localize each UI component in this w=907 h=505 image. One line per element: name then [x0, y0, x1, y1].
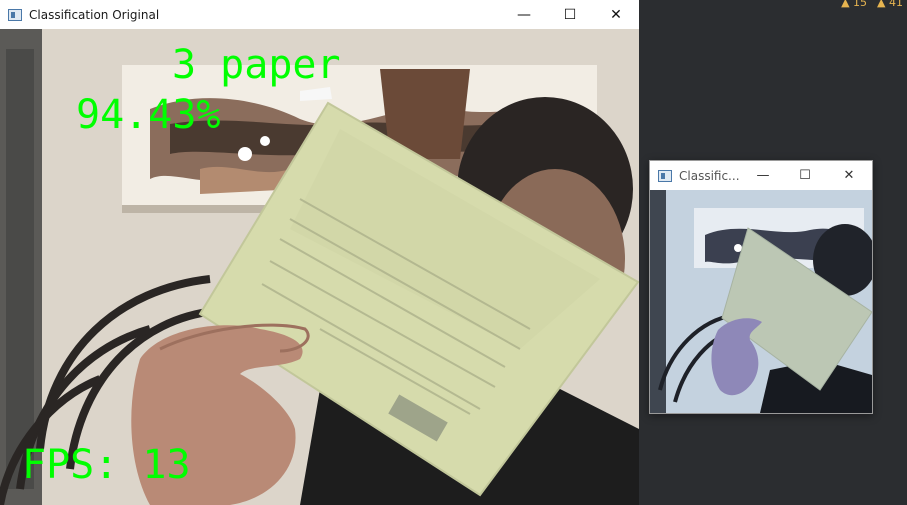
class-label-overlay: 3 paper: [172, 42, 341, 88]
maximize-icon: ☐: [563, 6, 577, 23]
classification-small-window: Classific... — ☐ ✕: [649, 160, 873, 414]
small-camera-frame-image: [650, 190, 872, 413]
small-window-app-icon: [658, 169, 672, 182]
ide-status-indicators: ▲ 15 ▲ 41: [841, 0, 903, 9]
main-titlebar[interactable]: Classification Original — ☐ ✕: [0, 0, 639, 29]
small-window-title: Classific...: [679, 168, 740, 183]
minimize-button[interactable]: —: [501, 0, 547, 29]
ide-notices-count[interactable]: ▲ 41: [877, 0, 903, 9]
camera-feed: 3 paper 94.43% FPS: 13: [0, 29, 639, 505]
ide-warnings-count[interactable]: ▲ 15: [841, 0, 867, 9]
small-titlebar[interactable]: Classific... — ☐ ✕: [650, 161, 872, 190]
close-button[interactable]: ✕: [593, 0, 639, 29]
door-panel: [6, 49, 34, 489]
small-camera-feed: [650, 190, 872, 413]
small-close-button[interactable]: ✕: [826, 161, 872, 190]
small-maximize-button[interactable]: ☐: [784, 161, 826, 190]
classification-original-window: Classification Original — ☐ ✕ 3 paper 94…: [0, 0, 639, 505]
small-minimize-button[interactable]: —: [742, 161, 784, 190]
main-window-title: Classification Original: [29, 7, 160, 22]
confidence-overlay: 94.43%: [76, 92, 221, 138]
main-window-controls: — ☐ ✕: [501, 0, 639, 29]
fps-overlay: FPS: 13: [22, 442, 191, 488]
minimize-icon: —: [517, 6, 531, 23]
minimize-icon: —: [756, 168, 770, 183]
small-window-controls: — ☐ ✕: [742, 161, 872, 190]
close-icon: ✕: [843, 168, 855, 183]
close-icon: ✕: [610, 6, 622, 23]
window-app-icon: [8, 8, 22, 21]
maximize-button[interactable]: ☐: [547, 0, 593, 29]
maximize-icon: ☐: [799, 168, 811, 183]
